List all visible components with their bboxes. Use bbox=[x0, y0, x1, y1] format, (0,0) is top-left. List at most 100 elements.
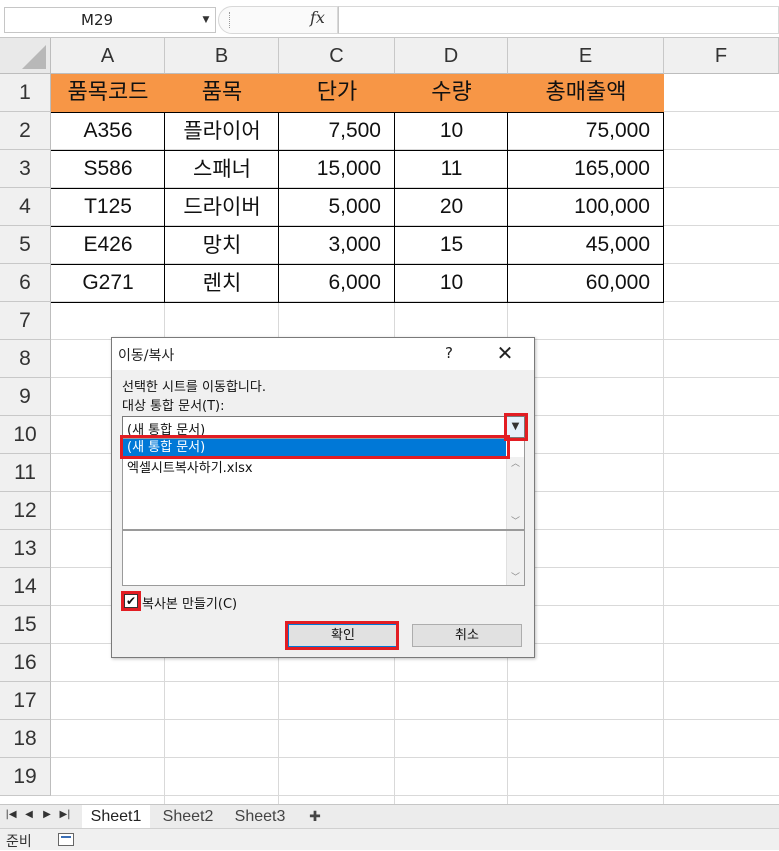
name-box-dropdown-icon[interactable]: ▼ bbox=[198, 12, 214, 28]
scroll-down-icon[interactable]: ﹀ bbox=[507, 571, 524, 585]
name-box[interactable]: M29 bbox=[4, 7, 216, 33]
position-scrollbar[interactable]: ﹀ bbox=[506, 531, 524, 585]
gridline bbox=[51, 795, 779, 796]
prev-sheet-icon[interactable]: ◀ bbox=[22, 809, 36, 820]
new-sheet-icon[interactable]: ✚ bbox=[300, 805, 330, 828]
table-border bbox=[51, 264, 664, 265]
column-header-f[interactable]: F bbox=[664, 38, 779, 74]
table-border bbox=[507, 112, 508, 302]
table-border bbox=[663, 112, 664, 303]
sheet-tab-sheet1[interactable]: Sheet1 bbox=[82, 805, 150, 828]
row-header-10[interactable]: 10 bbox=[0, 416, 51, 454]
row-header-7[interactable]: 7 bbox=[0, 302, 51, 340]
formula-bar-grip[interactable] bbox=[229, 12, 232, 28]
workbook-list[interactable]: (새 통합 문서) 엑셀시트복사하기.xlsx ︿ ﹀ bbox=[122, 438, 525, 530]
chevron-down-icon[interactable]: ▼ bbox=[506, 417, 524, 437]
sheet-tab-sheet3[interactable]: Sheet3 bbox=[226, 805, 294, 828]
table-cell[interactable]: 15 bbox=[395, 226, 508, 264]
table-cell[interactable]: G271 bbox=[51, 264, 165, 302]
table-cell[interactable]: 165,000 bbox=[508, 150, 664, 188]
column-header-b[interactable]: B bbox=[165, 38, 279, 74]
table-cell[interactable]: A356 bbox=[51, 112, 165, 150]
column-header-d[interactable]: D bbox=[395, 38, 508, 74]
make-copy-label[interactable]: 복사본 만들기(C) bbox=[142, 593, 237, 612]
row-header-1[interactable]: 1 bbox=[0, 74, 51, 112]
close-icon[interactable]: ✕ bbox=[495, 341, 515, 365]
table-border bbox=[51, 302, 664, 303]
sheet-position-list[interactable]: ﹀ bbox=[122, 530, 525, 586]
last-sheet-icon[interactable]: ▶| bbox=[58, 809, 72, 820]
row-header-2[interactable]: 2 bbox=[0, 112, 51, 150]
table-cell[interactable]: 20 bbox=[395, 188, 508, 226]
row-header-11[interactable]: 11 bbox=[0, 454, 51, 492]
table-cell[interactable]: 45,000 bbox=[508, 226, 664, 264]
table-header-cell[interactable]: 수량 bbox=[395, 74, 508, 112]
table-header-cell[interactable]: 품목코드 bbox=[51, 74, 165, 112]
cancel-button[interactable]: 취소 bbox=[412, 624, 522, 647]
table-header-cell[interactable]: 단가 bbox=[279, 74, 395, 112]
table-border bbox=[51, 112, 664, 113]
ok-button[interactable]: 확인 bbox=[288, 624, 398, 647]
scroll-up-icon[interactable]: ︿ bbox=[507, 457, 524, 471]
row-header-9[interactable]: 9 bbox=[0, 378, 51, 416]
table-cell[interactable]: E426 bbox=[51, 226, 165, 264]
row-header-17[interactable]: 17 bbox=[0, 682, 51, 720]
table-cell[interactable]: 스패너 bbox=[165, 150, 279, 188]
row-header-14[interactable]: 14 bbox=[0, 568, 51, 606]
make-copy-checkbox[interactable]: ✔ bbox=[124, 594, 138, 608]
table-cell[interactable]: 15,000 bbox=[279, 150, 395, 188]
first-sheet-icon[interactable]: |◀ bbox=[4, 809, 18, 820]
table-header-cell[interactable]: 총매출액 bbox=[508, 74, 664, 112]
table-cell[interactable]: 6,000 bbox=[279, 264, 395, 302]
table-cell[interactable]: 5,000 bbox=[279, 188, 395, 226]
table-cell[interactable]: 드라이버 bbox=[165, 188, 279, 226]
row-header-16[interactable]: 16 bbox=[0, 644, 51, 682]
table-border bbox=[278, 112, 279, 302]
formula-input[interactable] bbox=[338, 6, 779, 34]
row-header-8[interactable]: 8 bbox=[0, 340, 51, 378]
gridline bbox=[51, 719, 779, 720]
row-header-18[interactable]: 18 bbox=[0, 720, 51, 758]
table-cell[interactable]: 75,000 bbox=[508, 112, 664, 150]
row-header-12[interactable]: 12 bbox=[0, 492, 51, 530]
column-header-a[interactable]: A bbox=[51, 38, 165, 74]
list-scrollbar[interactable]: ︿ ﹀ bbox=[506, 457, 524, 529]
scroll-down-icon[interactable]: ﹀ bbox=[507, 515, 524, 529]
row-header-5[interactable]: 5 bbox=[0, 226, 51, 264]
row-header-6[interactable]: 6 bbox=[0, 264, 51, 302]
table-cell[interactable]: S586 bbox=[51, 150, 165, 188]
macro-record-icon[interactable] bbox=[58, 833, 74, 846]
help-icon[interactable]: ? bbox=[441, 344, 457, 362]
table-border bbox=[164, 112, 165, 302]
insert-function-icon[interactable]: fx bbox=[310, 8, 325, 27]
list-item-new-workbook[interactable]: (새 통합 문서) bbox=[123, 439, 506, 457]
column-header-e[interactable]: E bbox=[508, 38, 664, 74]
table-cell[interactable]: 11 bbox=[395, 150, 508, 188]
table-cell[interactable]: 10 bbox=[395, 264, 508, 302]
table-cell[interactable]: 7,500 bbox=[279, 112, 395, 150]
table-cell[interactable]: 60,000 bbox=[508, 264, 664, 302]
sheet-tab-sheet2[interactable]: Sheet2 bbox=[154, 805, 222, 828]
table-header-cell[interactable]: 품목 bbox=[165, 74, 279, 112]
gridline bbox=[51, 757, 779, 758]
table-cell[interactable]: T125 bbox=[51, 188, 165, 226]
column-header-c[interactable]: C bbox=[279, 38, 395, 74]
table-cell[interactable]: 플라이어 bbox=[165, 112, 279, 150]
row-header-13[interactable]: 13 bbox=[0, 530, 51, 568]
table-cell[interactable]: 렌치 bbox=[165, 264, 279, 302]
next-sheet-icon[interactable]: ▶ bbox=[40, 809, 54, 820]
table-cell[interactable]: 100,000 bbox=[508, 188, 664, 226]
table-cell[interactable]: 망치 bbox=[165, 226, 279, 264]
row-header-4[interactable]: 4 bbox=[0, 188, 51, 226]
target-workbook-dropdown[interactable]: (새 통합 문서) ▼ bbox=[122, 416, 525, 438]
row-header-15[interactable]: 15 bbox=[0, 606, 51, 644]
row-header-19[interactable]: 19 bbox=[0, 758, 51, 796]
sheet-tab-bar: |◀ ◀ ▶ ▶| Sheet1 Sheet2 Sheet3 ✚ bbox=[0, 804, 779, 828]
list-item-workbook[interactable]: 엑셀시트복사하기.xlsx bbox=[127, 457, 253, 476]
row-header-3[interactable]: 3 bbox=[0, 150, 51, 188]
table-cell[interactable]: 3,000 bbox=[279, 226, 395, 264]
table-cell[interactable]: 10 bbox=[395, 112, 508, 150]
table-border bbox=[51, 226, 664, 227]
select-all-corner[interactable] bbox=[0, 38, 51, 74]
dialog-titlebar[interactable]: 이동/복사 ? ✕ bbox=[112, 338, 534, 370]
